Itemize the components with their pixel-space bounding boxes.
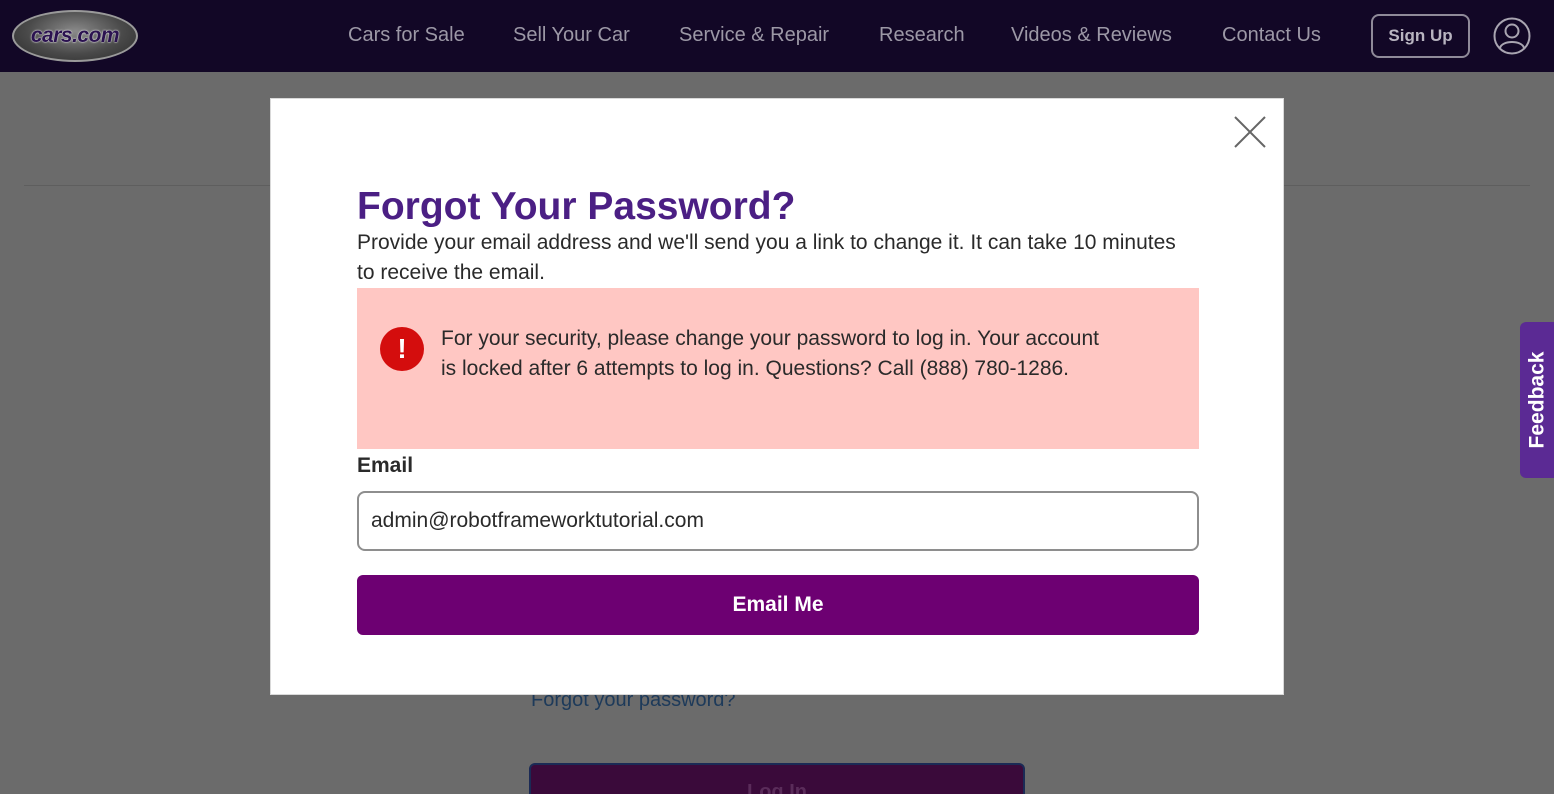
security-alert: ! For your security, please change your … — [357, 288, 1199, 449]
background-login-button: Log In — [529, 763, 1025, 794]
site-header: cars.com Cars for Sale Sell Your Car Ser… — [0, 0, 1554, 72]
feedback-tab[interactable]: Feedback — [1520, 322, 1554, 478]
close-icon[interactable] — [1233, 115, 1267, 149]
sign-up-button[interactable]: Sign Up — [1371, 14, 1470, 58]
email-input[interactable] — [357, 491, 1199, 551]
modal-title: Forgot Your Password? — [357, 185, 796, 228]
nav-service-repair[interactable]: Service & Repair — [679, 24, 829, 47]
feedback-label: Feedback — [1525, 351, 1549, 449]
user-account-icon[interactable] — [1493, 17, 1531, 55]
nav-videos-reviews[interactable]: Videos & Reviews — [1011, 24, 1172, 47]
nav-cars-for-sale[interactable]: Cars for Sale — [348, 24, 465, 47]
forgot-password-modal: Forgot Your Password? Provide your email… — [270, 98, 1284, 695]
email-label: Email — [357, 454, 414, 477]
alert-message: For your security, please change your pa… — [441, 327, 1099, 380]
email-me-button[interactable]: Email Me — [357, 575, 1199, 635]
nav-sell-your-car[interactable]: Sell Your Car — [513, 24, 630, 47]
alert-exclamation-icon: ! — [380, 327, 424, 371]
cars-logo[interactable]: cars.com — [12, 10, 138, 62]
alert-icon-glyph: ! — [397, 333, 407, 364]
logo-text: cars.com — [30, 24, 120, 47]
nav-contact-us[interactable]: Contact Us — [1222, 24, 1321, 47]
nav-research[interactable]: Research — [879, 24, 965, 47]
background-login-label: Log In — [747, 781, 807, 794]
modal-description: Provide your email address and we'll sen… — [357, 231, 1176, 284]
